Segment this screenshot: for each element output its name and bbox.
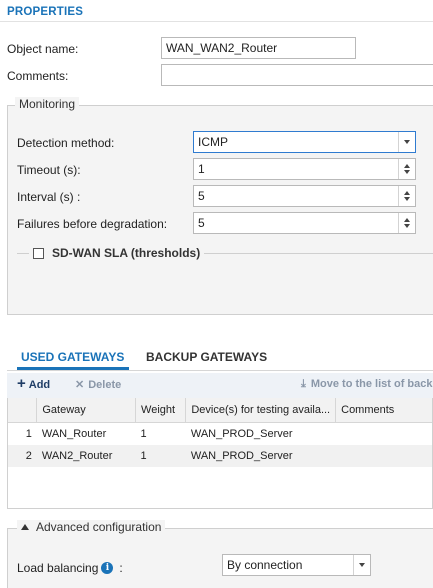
device-cell[interactable]: WAN_PROD_Server xyxy=(185,445,336,467)
column-header-gateway[interactable]: Gateway xyxy=(36,398,137,423)
load-balancing-label-group: Load balancing i : xyxy=(17,561,123,575)
load-balancing-label: Load balancing xyxy=(17,561,99,575)
gateway-cell[interactable]: WAN2_Router xyxy=(36,445,136,467)
move-to-backup-button[interactable]: ⤓ Move to the list of back xyxy=(301,378,433,391)
row-number: 1 xyxy=(25,428,32,440)
plus-icon: + xyxy=(17,375,26,392)
tab-used-gateways[interactable]: USED GATEWAYS xyxy=(21,350,124,364)
section-title: PROPERTIES xyxy=(7,6,84,18)
object-name-label: Object name: xyxy=(7,42,79,56)
table-row[interactable]: 1 WAN_Router 1 WAN_PROD_Server xyxy=(8,423,432,446)
advanced-legend: Advanced configuration xyxy=(36,520,162,534)
comments-field[interactable] xyxy=(161,64,433,86)
failures-value: 5 xyxy=(198,216,205,230)
divider xyxy=(7,370,433,371)
sla-label: SD-WAN SLA (thresholds) xyxy=(52,246,201,260)
spinner-icon[interactable] xyxy=(398,213,415,233)
weight-cell[interactable]: 1 xyxy=(135,445,186,467)
detection-method-select[interactable]: ICMP xyxy=(193,131,416,153)
interval-stepper[interactable]: 5 xyxy=(193,185,416,207)
column-header-device[interactable]: Device(s) for testing availa... xyxy=(185,398,337,423)
divider xyxy=(0,21,433,22)
gateways-grid: Gateway Weight Device(s) for testing ava… xyxy=(7,398,433,509)
table-row[interactable]: 2 WAN2_Router 1 WAN_PROD_Server xyxy=(8,445,432,467)
object-name-field[interactable]: WAN_WAN2_Router xyxy=(161,37,356,59)
chevron-down-icon[interactable] xyxy=(398,132,415,152)
comments-label: Comments: xyxy=(7,69,69,83)
load-balancing-value: By connection xyxy=(227,558,303,572)
delete-label: Delete xyxy=(88,379,122,391)
spinner-icon[interactable] xyxy=(398,186,415,206)
column-header-comments[interactable]: Comments xyxy=(335,398,432,423)
tab-backup-gateways[interactable]: BACKUP GATEWAYS xyxy=(146,350,267,364)
gateways-table: Gateway Weight Device(s) for testing ava… xyxy=(8,398,432,467)
comments-cell[interactable] xyxy=(336,423,432,446)
comments-cell[interactable] xyxy=(335,445,432,467)
sla-checkbox[interactable] xyxy=(33,247,44,259)
monitoring-legend: Monitoring xyxy=(15,97,80,111)
timeout-value: 1 xyxy=(198,162,205,176)
spinner-icon[interactable] xyxy=(398,159,415,179)
interval-value: 5 xyxy=(198,189,205,203)
add-label: Add xyxy=(28,379,51,391)
load-balancing-colon: : xyxy=(119,561,123,575)
detection-method-value: ICMP xyxy=(198,135,228,149)
row-number-header xyxy=(8,398,38,423)
add-button[interactable]: + Add xyxy=(17,375,51,392)
grid-toolbar: + Add ✕ Delete ⤓ Move to the list of back xyxy=(7,373,433,398)
timeout-stepper[interactable]: 1 xyxy=(193,158,416,180)
delete-button[interactable]: ✕ Delete xyxy=(75,378,121,391)
timeout-label: Timeout (s): xyxy=(17,163,81,177)
gateway-cell[interactable]: WAN_Router xyxy=(37,423,136,446)
sla-toggle[interactable]: SD-WAN SLA (thresholds) xyxy=(29,246,205,260)
row-number: 2 xyxy=(8,445,37,467)
detection-method-label: Detection method: xyxy=(17,136,115,150)
failures-label: Failures before degradation: xyxy=(17,217,168,231)
advanced-toggle[interactable]: Advanced configuration xyxy=(17,520,166,534)
weight-cell[interactable]: 1 xyxy=(136,423,186,446)
move-down-icon: ⤓ xyxy=(301,378,306,390)
collapse-arrow-icon xyxy=(21,524,29,530)
column-header-weight[interactable]: Weight xyxy=(135,398,187,423)
failures-stepper[interactable]: 5 xyxy=(193,212,416,234)
interval-label: Interval (s) : xyxy=(17,190,81,204)
chevron-down-icon[interactable] xyxy=(353,555,370,575)
x-icon: ✕ xyxy=(75,379,85,391)
move-label: Move to the list of back xyxy=(310,378,433,390)
load-balancing-select[interactable]: By connection xyxy=(222,554,371,576)
device-cell[interactable]: WAN_PROD_Server xyxy=(186,423,336,446)
info-icon[interactable]: i xyxy=(101,562,114,574)
